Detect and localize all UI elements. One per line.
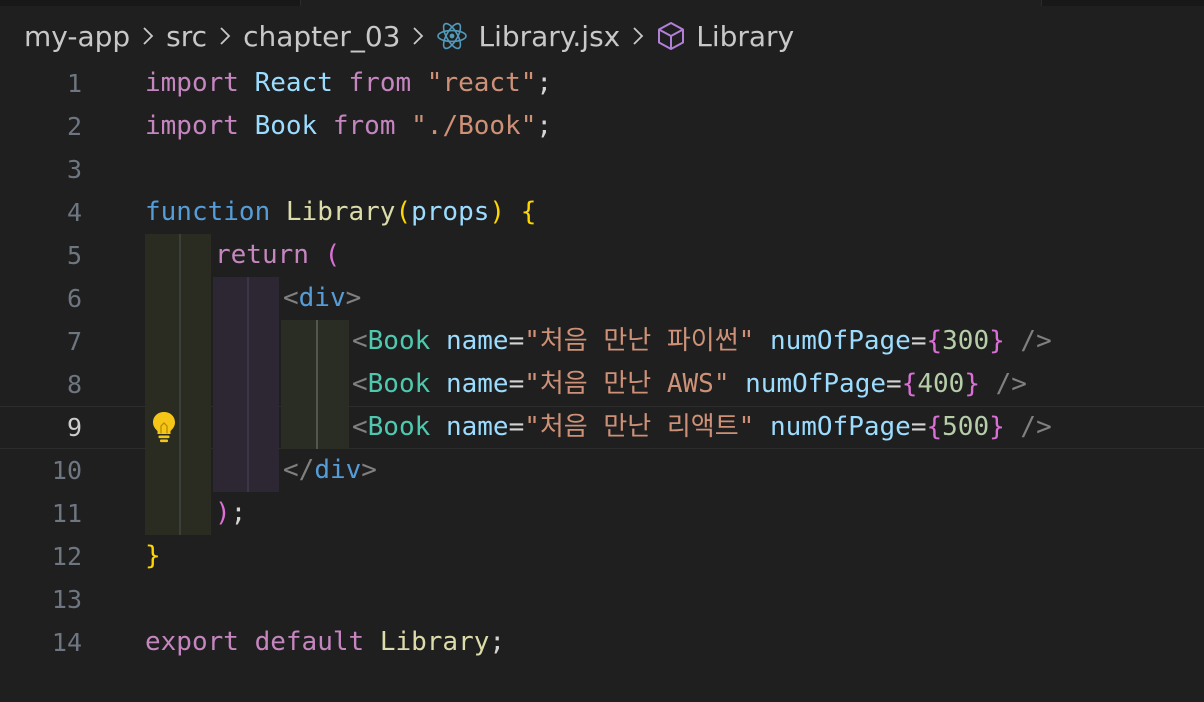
code-line-current[interactable]: 9 <Book name="처음 만난 리액트" numOfPage={500}… [0,406,1204,449]
line-number: 10 [51,456,82,485]
line-number: 11 [51,499,82,528]
code-text: <div> [283,283,362,313]
code-editor[interactable]: 1 import React from "react"; 2 import Bo… [0,62,1204,702]
indent-guide [179,277,181,320]
indent-guide [316,363,318,406]
indent-guide [179,406,181,449]
react-icon [436,21,468,51]
indent-guide [316,320,318,363]
breadcrumb-item-my-app[interactable]: my-app [24,20,130,53]
indent-guide [179,234,181,277]
breadcrumb-label: chapter_03 [243,19,401,53]
code-line[interactable]: 11 ); [0,492,1204,535]
line-number: 8 [66,370,82,399]
indent-guide [213,363,279,406]
code-text: <Book name="처음 만난 리액트" numOfPage={500} /… [352,412,1052,442]
chevron-right-icon [142,26,154,46]
code-text: export default Library; [145,627,506,657]
line-number: 9 [66,413,82,442]
indent-guide [247,406,249,449]
indent-guide [179,492,181,535]
indent-guide [281,320,349,363]
indent-guide [179,320,181,363]
indent-guide [145,320,211,363]
code-text: } [145,541,161,571]
line-number: 5 [66,241,82,270]
indent-guide [213,320,279,363]
active-tab-edge[interactable] [300,0,1042,6]
line-number: 13 [51,585,82,614]
code-line[interactable]: 14 export default Library; [0,621,1204,664]
code-line[interactable]: 3 [0,148,1204,191]
code-line[interactable]: 2 import Book from "./Book"; [0,105,1204,148]
code-text: <Book name="처음 만난 AWS" numOfPage={400} /… [352,369,1027,399]
line-number: 4 [66,198,82,227]
breadcrumb-item-symbol[interactable]: Library [656,20,794,53]
breadcrumb-label: src [166,19,208,53]
code-text: import Book from "./Book"; [145,111,553,141]
indent-guide [179,363,181,406]
indent-guide [247,449,249,492]
code-line[interactable]: 1 import React from "react"; [0,62,1204,105]
chevron-right-icon [412,26,424,46]
indent-guide [247,277,249,320]
code-line[interactable]: 7 <Book name="처음 만난 파이썬" numOfPage={300}… [0,320,1204,363]
code-line[interactable]: 5 return ( [0,234,1204,277]
code-line[interactable]: 6 <div> [0,277,1204,320]
indent-guide [281,363,349,406]
breadcrumb-item-file[interactable]: Library.jsx [436,20,620,53]
line-number: 2 [66,112,82,141]
code-text: return ( [215,240,341,270]
lightbulb-icon[interactable] [150,410,178,444]
indent-guide [213,277,279,320]
symbol-cube-icon [656,21,686,51]
breadcrumb: my-app src chapter_03 Library.jsx Librar… [24,14,794,58]
code-text: ); [215,498,247,528]
indent-guide [145,363,211,406]
code-line[interactable]: 12 } [0,535,1204,578]
code-text: <Book name="처음 만난 파이썬" numOfPage={300} /… [352,326,1052,356]
indent-guide [213,406,279,449]
code-line[interactable]: 10 </div> [0,449,1204,492]
line-number: 14 [51,628,82,657]
chevron-right-icon [219,26,231,46]
indent-guide [179,449,181,492]
indent-guide [145,492,211,535]
chevron-right-icon [632,26,644,46]
line-number: 6 [66,284,82,313]
breadcrumb-label: Library [696,19,795,53]
indent-guide [145,449,211,492]
code-line[interactable]: 8 <Book name="처음 만난 AWS" numOfPage={400}… [0,363,1204,406]
indent-guide [316,406,318,449]
indent-guide [145,277,211,320]
breadcrumb-label: my-app [24,19,131,53]
indent-guide [213,449,279,492]
line-number: 3 [66,155,82,184]
breadcrumb-item-src[interactable]: src [166,20,207,53]
breadcrumb-item-chapter[interactable]: chapter_03 [243,20,400,53]
code-text: import React from "react"; [145,68,553,98]
line-number: 1 [66,69,82,98]
indent-guide [247,363,249,406]
indent-guide [281,406,349,449]
indent-guide [145,234,211,277]
line-number: 7 [66,327,82,356]
code-line[interactable]: 4 function Library(props) { [0,191,1204,234]
code-text: </div> [283,455,377,485]
line-number: 12 [51,542,82,571]
code-text: function Library(props) { [145,197,537,227]
indent-guide [247,320,249,363]
code-line[interactable]: 13 [0,578,1204,621]
breadcrumb-label: Library.jsx [478,19,621,53]
